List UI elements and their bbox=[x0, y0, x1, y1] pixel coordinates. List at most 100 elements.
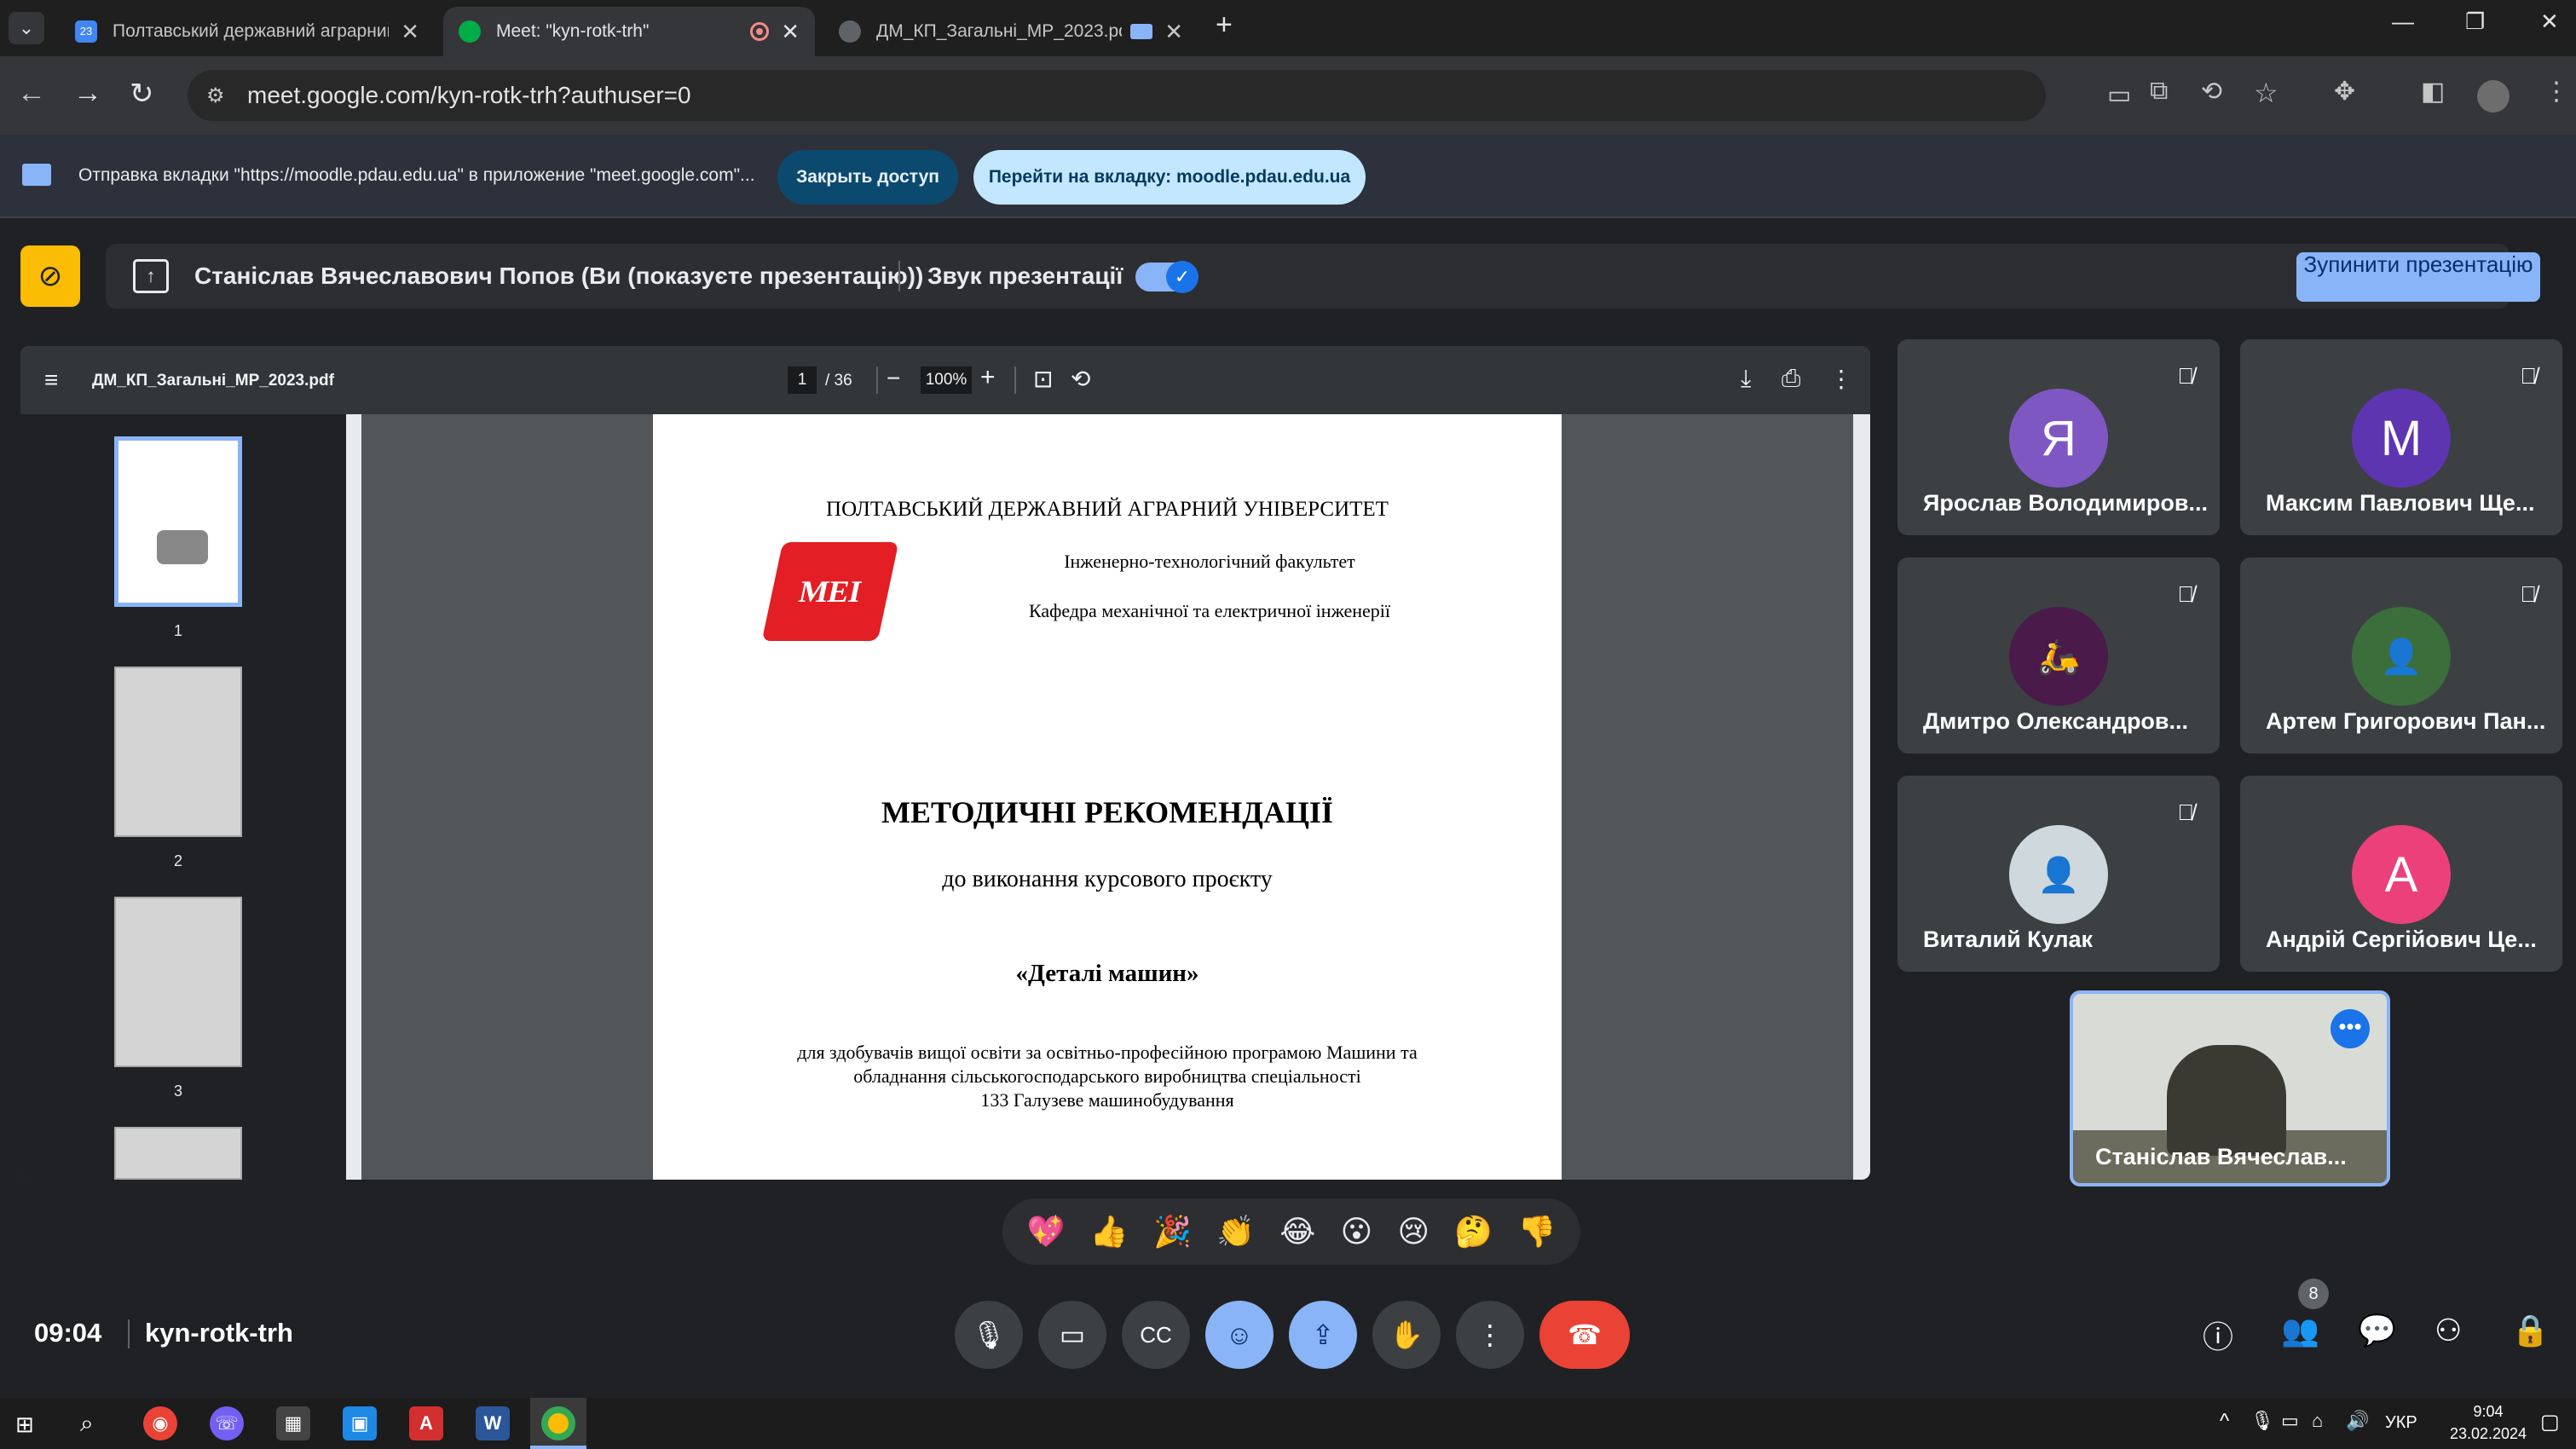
go-to-tab-button[interactable]: Перейти на вкладку: moodle.pdau.edu.ua bbox=[973, 150, 1366, 205]
page-number-input[interactable]: 1 bbox=[788, 367, 817, 394]
thinking-icon[interactable]: 🤔 bbox=[1454, 1214, 1493, 1250]
globe-icon bbox=[839, 20, 861, 43]
university-name: ПОЛТАВСЬКИЙ ДЕРЖАВНИЙ АГРАРНИЙ УНІВЕРСИТ… bbox=[826, 498, 1389, 521]
zoom-input[interactable]: 100% bbox=[921, 367, 972, 394]
avatar: 👤 bbox=[2009, 825, 2108, 924]
minimize-icon[interactable]: — bbox=[2392, 9, 2414, 35]
rotate-icon[interactable]: ⟲ bbox=[1071, 365, 1090, 393]
close-access-button[interactable]: Закрыть доступ bbox=[777, 150, 958, 205]
word-icon[interactable]: W bbox=[476, 1406, 510, 1440]
pdf-more-icon[interactable]: ⋮ bbox=[1829, 365, 1853, 393]
clock-time[interactable]: 9:04 bbox=[2441, 1403, 2535, 1421]
party-popper-icon[interactable]: 🎉 bbox=[1153, 1214, 1192, 1250]
avatar: 👤 bbox=[2352, 607, 2451, 706]
main-scrollbar[interactable] bbox=[1853, 414, 1870, 1180]
captions-button[interactable]: CC bbox=[1122, 1301, 1190, 1369]
translate-icon[interactable]: ⟲ bbox=[2201, 77, 2222, 107]
download-icon[interactable]: ⤓ bbox=[1741, 365, 1751, 393]
tray-chevron-icon[interactable]: ^ bbox=[2220, 1410, 2229, 1434]
present-icon: ↑ bbox=[133, 259, 169, 293]
zoom-out-icon[interactable]: − bbox=[887, 365, 900, 392]
menu-dots-icon[interactable]: ⋮ bbox=[2544, 77, 2569, 107]
address-bar[interactable]: ⚙ meet.google.com/kyn-rotk-trh?authuser=… bbox=[188, 70, 2131, 121]
participant-tile[interactable]: А Андрій Сергійович Це... bbox=[2240, 776, 2562, 972]
emoji-reactions-button[interactable]: ☺ bbox=[1205, 1301, 1274, 1369]
forward-icon[interactable]: → bbox=[73, 77, 102, 110]
chrome-icon[interactable]: ◉ bbox=[143, 1406, 177, 1440]
recording-icon bbox=[750, 22, 770, 41]
close-tab-icon[interactable]: ✕ bbox=[401, 19, 419, 45]
presentation-audio-toggle[interactable]: ✓ bbox=[1135, 261, 1198, 293]
participant-tile[interactable]: 👤 🎙̸ Артем Григорович Пан... bbox=[2240, 557, 2562, 753]
thumbnail-page[interactable] bbox=[114, 1127, 242, 1180]
tab-meet[interactable]: Meet: "kyn-rotk-trh" ✕ bbox=[443, 7, 815, 56]
close-window-icon[interactable]: ✕ bbox=[2540, 9, 2559, 35]
keyboard-language[interactable]: УКР bbox=[2385, 1413, 2417, 1433]
self-video-person bbox=[2167, 1045, 2286, 1156]
new-tab-button[interactable]: + bbox=[1216, 9, 1233, 42]
restore-icon[interactable]: ❐ bbox=[2465, 9, 2485, 35]
leave-call-button[interactable]: ☎ bbox=[1539, 1301, 1630, 1369]
thumbnail-number: 3 bbox=[173, 1082, 182, 1100]
microphone-button[interactable]: 🎙 bbox=[955, 1301, 1023, 1369]
back-icon[interactable]: ← bbox=[17, 77, 46, 110]
close-tab-icon[interactable]: ✕ bbox=[1164, 19, 1183, 45]
surprised-icon[interactable]: 😮 bbox=[1341, 1214, 1373, 1250]
tab-university[interactable]: 23 Полтавський державний аграрний у ✕ bbox=[60, 7, 435, 56]
activities-icon[interactable]: ⚇ bbox=[2434, 1313, 2462, 1348]
thumbnail-number: 1 bbox=[173, 622, 182, 639]
close-tab-icon[interactable]: ✕ bbox=[781, 19, 800, 45]
search-icon[interactable]: ⌕ bbox=[80, 1410, 94, 1438]
save-floppy-icon[interactable]: ▣ bbox=[343, 1406, 377, 1440]
thumbnail-page[interactable] bbox=[114, 436, 242, 607]
open-in-icon[interactable]: ⧉ bbox=[2150, 77, 2168, 106]
presentation-off-icon[interactable]: ⊘ bbox=[20, 245, 80, 307]
thumbs-up-icon[interactable]: 👍 bbox=[1090, 1214, 1129, 1250]
pdf-menu-icon[interactable]: ≡ bbox=[44, 367, 58, 394]
crying-icon[interactable]: 😢 bbox=[1397, 1214, 1430, 1250]
tab-search-button[interactable]: ⌄ bbox=[9, 12, 44, 44]
extensions-icon[interactable]: ✥ bbox=[2334, 77, 2355, 107]
fit-page-icon[interactable]: ⊡ bbox=[1033, 365, 1053, 393]
profile-avatar[interactable] bbox=[2477, 80, 2510, 113]
sidebar-scrollbar[interactable] bbox=[346, 414, 361, 1180]
side-panel-icon[interactable]: ◧ bbox=[2421, 77, 2445, 107]
more-options-icon[interactable]: ••• bbox=[2331, 1009, 2370, 1048]
viber-icon[interactable]: ☏ bbox=[210, 1406, 244, 1440]
acrobat-icon[interactable]: A bbox=[409, 1406, 443, 1440]
people-icon[interactable]: 👥 bbox=[2281, 1313, 2319, 1348]
more-options-button[interactable]: ⋮ bbox=[1456, 1301, 1524, 1369]
self-video-tile[interactable]: ••• Станіслав Вячеслав... bbox=[2070, 990, 2390, 1186]
participant-tile[interactable]: Я 🎙̸ Ярослав Володимиров... bbox=[1897, 339, 2220, 535]
zoom-in-icon[interactable]: + bbox=[980, 363, 996, 392]
sparkling-heart-icon[interactable]: 💖 bbox=[1027, 1214, 1066, 1250]
stop-presenting-button[interactable]: Зупинити презентацію bbox=[2296, 252, 2540, 302]
camera-button[interactable]: ▭ bbox=[1038, 1301, 1106, 1369]
participant-tile[interactable]: 👤 🎙̸ Виталий Кулак bbox=[1897, 776, 2220, 972]
avatar: М bbox=[2352, 389, 2451, 488]
laughing-icon[interactable]: 😂 bbox=[1279, 1214, 1315, 1250]
reload-icon[interactable]: ↻ bbox=[130, 77, 154, 111]
clapping-icon[interactable]: 👏 bbox=[1216, 1214, 1255, 1250]
windows-start-icon[interactable]: ⊞ bbox=[15, 1411, 34, 1438]
site-info-icon[interactable]: ⚙ bbox=[206, 84, 225, 108]
thumbnail-page[interactable] bbox=[114, 667, 242, 837]
clock-date[interactable]: 23.02.2024 bbox=[2441, 1425, 2535, 1443]
participant-tile[interactable]: М 🎙̸ Максим Павлович Ще... bbox=[2240, 339, 2562, 535]
chat-icon[interactable]: 💬 bbox=[2358, 1313, 2396, 1348]
tab-pdf[interactable]: ДМ_КП_Загальні_МР_2023.pdf ✕ bbox=[823, 7, 1198, 56]
camera-icon[interactable]: ▭ bbox=[2107, 80, 2131, 110]
present-now-button[interactable]: ⇪ bbox=[1289, 1301, 1357, 1369]
meeting-info-icon[interactable]: ⓘ bbox=[2203, 1313, 2233, 1357]
tab-title: Полтавський державний аграрний у bbox=[113, 21, 390, 41]
chrome-active-icon[interactable] bbox=[530, 1398, 586, 1449]
raise-hand-button[interactable]: ✋ bbox=[1372, 1301, 1441, 1369]
print-icon[interactable]: ⎙ bbox=[1782, 365, 1800, 393]
bookmark-star-icon[interactable]: ☆ bbox=[2254, 77, 2279, 109]
notifications-icon[interactable]: ▢ bbox=[2540, 1410, 2560, 1435]
host-controls-icon[interactable]: 🔒 bbox=[2511, 1313, 2550, 1348]
thumbnail-page[interactable] bbox=[114, 897, 242, 1067]
participant-tile[interactable]: 🛵 🎙̸ Дмитро Олександров... bbox=[1897, 557, 2220, 753]
thumbs-down-icon[interactable]: 👎 bbox=[1517, 1214, 1556, 1250]
calculator-icon[interactable]: ▦ bbox=[276, 1406, 310, 1440]
